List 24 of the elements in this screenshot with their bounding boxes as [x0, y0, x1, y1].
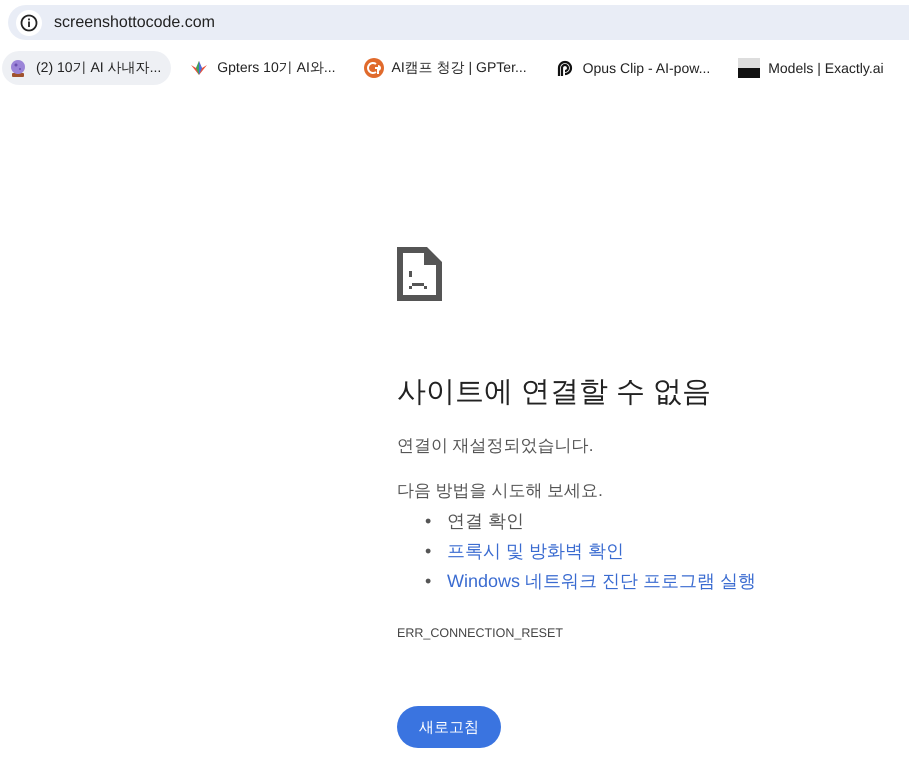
address-bar[interactable]: screenshottocode.com [8, 5, 909, 40]
bullet: • [425, 570, 432, 593]
bookmark[interactable]: AI캠프 청강 | GPTer... [358, 51, 537, 85]
reload-button[interactable]: 새로고침 [397, 706, 501, 748]
error-title: 사이트에 연결할 수 없음 [397, 375, 712, 410]
square-logo-icon [738, 58, 760, 78]
suggestion-text: 연결 확인 [447, 510, 524, 533]
bullet: • [425, 540, 432, 563]
crystal-ball-icon [8, 58, 28, 78]
error-message: 연결이 재설정되었습니다. [397, 435, 594, 457]
error-code: ERR_CONNECTION_RESET [397, 626, 564, 640]
suggestions-intro: 다음 방법을 시도해 보세요. [397, 480, 604, 502]
url-text: screenshottocode.com [54, 14, 215, 32]
suggestion-link[interactable]: Windows 네트워크 진단 프로그램 실행 [447, 566, 756, 596]
sad-page-icon [397, 247, 442, 301]
info-icon[interactable] [16, 10, 42, 36]
paper-crane-icon [189, 59, 210, 77]
bookmark[interactable]: Gpters 10기 AI와... [183, 51, 346, 85]
suggestion-link[interactable]: 프록시 및 방화벽 확인 [447, 536, 624, 566]
bookmark[interactable]: (2) 10기 AI 사내자... [2, 51, 172, 85]
bullet: • [425, 510, 432, 533]
gp-logo-icon [364, 58, 384, 78]
bookmark[interactable]: Models | Exactly.ai [732, 51, 894, 85]
bookmark[interactable]: Opus Clip - AI-pow... [548, 51, 720, 85]
